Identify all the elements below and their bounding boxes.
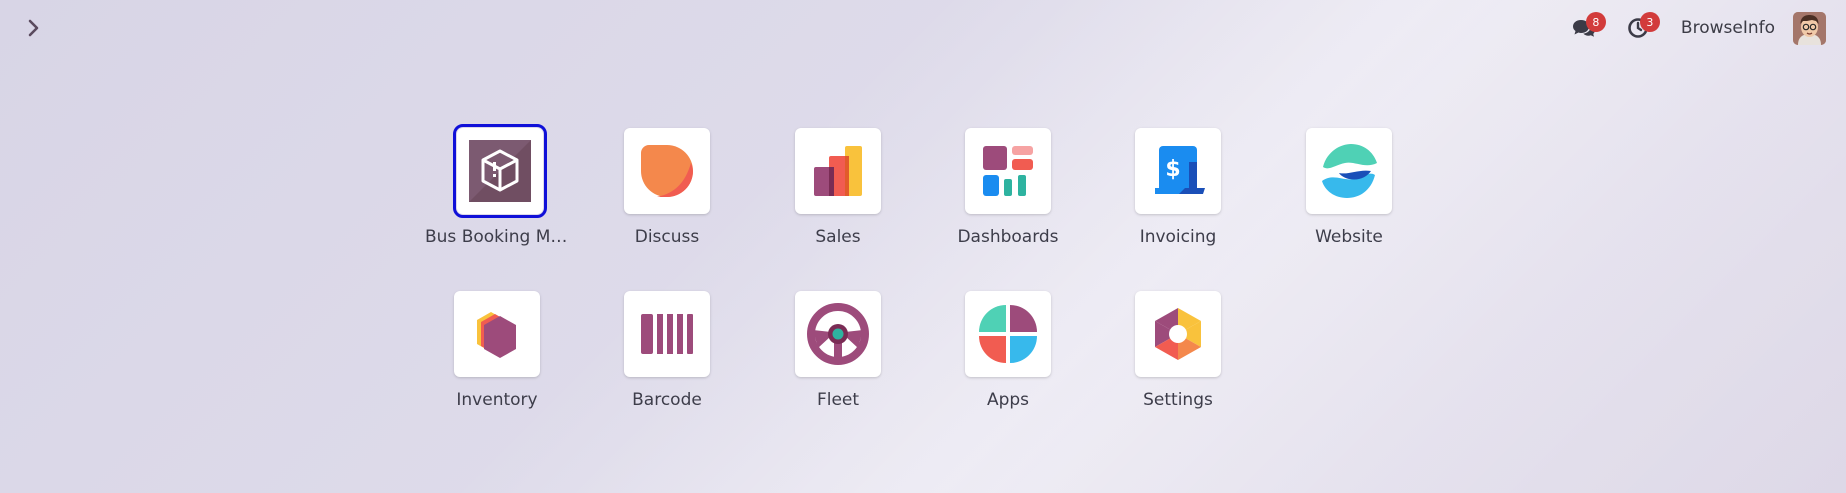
app-label: Dashboards [957, 227, 1059, 247]
barcode-icon [641, 314, 693, 354]
app-tile[interactable] [453, 124, 547, 218]
settings-icon [1155, 308, 1201, 360]
app-tile[interactable] [1135, 291, 1221, 377]
app-tile[interactable] [795, 291, 881, 377]
app-dashboards[interactable]: Dashboards [923, 128, 1093, 247]
apps-icon [979, 305, 1037, 363]
app-barcode[interactable]: Barcode [582, 291, 752, 410]
app-label: Discuss [634, 227, 700, 247]
app-fleet[interactable]: Fleet [753, 291, 923, 410]
activities-count-badge: 3 [1639, 12, 1660, 32]
app-discuss[interactable]: Discuss [582, 128, 752, 247]
inventory-icon [477, 312, 516, 358]
sales-icon [814, 146, 862, 196]
app-tile[interactable] [624, 128, 710, 214]
app-tile[interactable] [795, 128, 881, 214]
app-sales[interactable]: Sales [753, 128, 923, 247]
app-label: Settings [1143, 390, 1213, 410]
app-label: Apps [986, 390, 1030, 410]
avatar-image [1793, 11, 1826, 45]
app-label: Sales [815, 227, 861, 247]
app-inventory[interactable]: Inventory [412, 291, 582, 410]
app-label: Invoicing [1139, 227, 1217, 247]
company-switcher[interactable]: BrowseInfo [1681, 18, 1775, 38]
app-label: Website [1315, 227, 1383, 247]
app-label: Bus Booking Ma… [425, 227, 575, 247]
app-tile[interactable] [624, 291, 710, 377]
chevron-right-icon [28, 19, 39, 37]
svg-text:$: $ [1165, 157, 1180, 182]
fleet-icon [807, 303, 869, 365]
app-label: Inventory [456, 390, 538, 410]
app-tile[interactable] [1306, 128, 1392, 214]
app-tile[interactable]: $ [1135, 128, 1221, 214]
user-avatar[interactable] [1793, 11, 1826, 45]
app-label: Barcode [632, 390, 702, 410]
app-website[interactable]: Website [1264, 128, 1434, 247]
dashboards-icon [983, 146, 1033, 196]
messages-count-badge: 8 [1585, 12, 1606, 32]
discuss-icon [641, 145, 693, 197]
activities-button[interactable]: 3 [1625, 12, 1660, 41]
app-invoicing[interactable]: $ Invoicing [1093, 128, 1263, 247]
app-bus-booking[interactable]: Bus Booking Ma… [415, 124, 585, 247]
systray: 8 3 BrowseInfo [1571, 10, 1826, 46]
sidebar-toggle-button[interactable] [22, 16, 46, 40]
app-tile[interactable] [965, 128, 1051, 214]
bus-booking-icon [469, 140, 531, 202]
app-tile[interactable] [965, 291, 1051, 377]
app-apps[interactable]: Apps [923, 291, 1093, 410]
app-tile[interactable] [454, 291, 540, 377]
invoicing-icon: $ [1155, 146, 1205, 194]
app-label: Fleet [816, 390, 860, 410]
messages-button[interactable]: 8 [1571, 12, 1606, 41]
app-settings[interactable]: Settings [1093, 291, 1263, 410]
website-icon [1322, 144, 1377, 198]
